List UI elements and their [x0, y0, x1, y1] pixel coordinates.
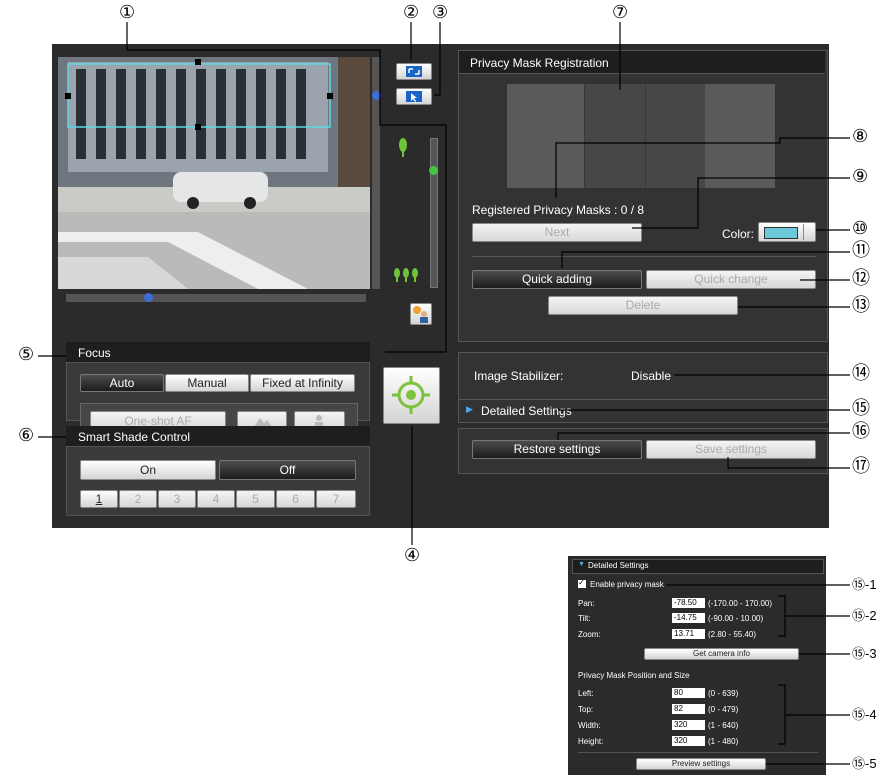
callout-9: ⑨ [852, 166, 869, 186]
callout-14: ⑭ [852, 363, 870, 383]
callout-4: ④ [404, 545, 421, 565]
callout-8: ⑧ [852, 126, 869, 146]
callout-5: ⑤ [18, 344, 35, 364]
callout-15-4: ⑮-4 [852, 707, 877, 722]
callout-6: ⑥ [18, 425, 35, 445]
callout-15-2: ⑮-2 [852, 608, 877, 623]
callout-17: ⑰ [852, 456, 870, 476]
callout-12: ⑫ [852, 268, 870, 288]
callout-13: ⑬ [852, 295, 870, 315]
callout-15-3: ⑮-3 [852, 646, 877, 661]
callout-16: ⑯ [852, 421, 870, 441]
callout-11: ⑪ [852, 240, 870, 260]
callout-3: ③ [432, 2, 449, 22]
callout-15: ⑮ [852, 398, 870, 418]
callout-15-1: ⑮-1 [852, 577, 877, 592]
callout-lines [38, 22, 850, 765]
callout-1: ① [119, 2, 136, 22]
callout-2: ② [403, 2, 420, 22]
callout-10: ⑩ [852, 218, 869, 238]
callout-7: ⑦ [612, 2, 629, 22]
callout-15-5: ⑮-5 [852, 756, 877, 771]
